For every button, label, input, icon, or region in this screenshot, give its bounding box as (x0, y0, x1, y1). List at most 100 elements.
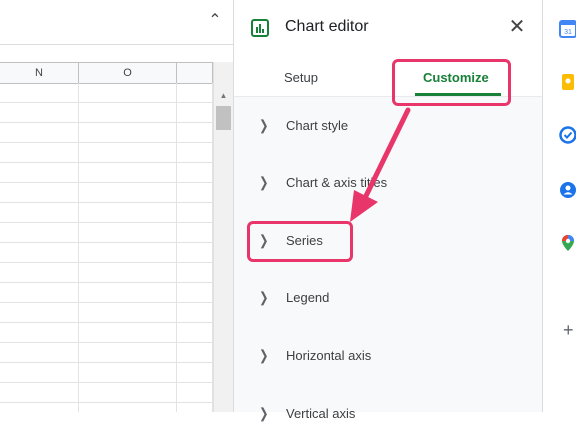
calendar-icon[interactable]: 31 (559, 20, 576, 38)
chevron-right-icon: ❯ (259, 289, 269, 305)
grid-row[interactable] (0, 263, 213, 283)
grid-cell[interactable] (79, 223, 177, 243)
grid-cell[interactable] (0, 263, 79, 283)
tasks-icon[interactable] (559, 126, 576, 144)
sheet-toolbar: ⌃ (0, 0, 233, 45)
grid-cell[interactable] (177, 163, 213, 183)
grid-row[interactable] (0, 343, 213, 363)
grid-cell[interactable] (0, 143, 79, 163)
section-label: Vertical axis (286, 406, 356, 421)
maps-icon[interactable] (559, 234, 576, 252)
grid-row[interactable] (0, 123, 213, 143)
grid-cell[interactable] (177, 123, 213, 143)
grid-cell[interactable] (79, 343, 177, 363)
grid-cell[interactable] (0, 163, 79, 183)
grid-cell[interactable] (177, 143, 213, 163)
grid-row[interactable] (0, 283, 213, 303)
grid-cell[interactable] (79, 163, 177, 183)
contacts-icon[interactable] (559, 181, 576, 199)
section-label: Horizontal axis (286, 348, 372, 363)
grid-cell[interactable] (0, 323, 79, 343)
grid-row[interactable] (0, 243, 213, 263)
grid-row[interactable] (0, 403, 213, 412)
grid-cell[interactable] (177, 243, 213, 263)
chevron-right-icon: ❯ (259, 347, 269, 363)
grid-cell[interactable] (79, 203, 177, 223)
grid-cell[interactable] (177, 303, 213, 323)
grid-cell[interactable] (0, 123, 79, 143)
scroll-up-icon[interactable]: ▲ (214, 90, 233, 102)
grid-cell[interactable] (0, 383, 79, 403)
section-chart-axis-titles[interactable]: ❯ Chart & axis titles (234, 154, 543, 211)
cell-grid[interactable] (0, 83, 213, 412)
grid-cell[interactable] (177, 403, 213, 412)
grid-row[interactable] (0, 223, 213, 243)
grid-cell[interactable] (79, 383, 177, 403)
chevron-right-icon: ❯ (259, 117, 269, 133)
grid-cell[interactable] (177, 183, 213, 203)
grid-row[interactable] (0, 363, 213, 383)
grid-row[interactable] (0, 383, 213, 403)
plus-icon[interactable]: + (563, 320, 574, 341)
grid-cell[interactable] (177, 383, 213, 403)
grid-cell[interactable] (0, 223, 79, 243)
grid-row[interactable] (0, 103, 213, 123)
grid-cell[interactable] (0, 103, 79, 123)
vertical-scrollbar[interactable]: ▲ (213, 62, 233, 412)
grid-cell[interactable] (79, 263, 177, 283)
column-header-n[interactable]: N (0, 63, 79, 83)
chevron-up-icon[interactable]: ⌃ (204, 10, 226, 32)
svg-text:31: 31 (564, 29, 572, 36)
grid-cell[interactable] (79, 403, 177, 412)
grid-cell[interactable] (0, 283, 79, 303)
section-vertical-axis[interactable]: ❯ Vertical axis (234, 385, 543, 442)
grid-cell[interactable] (0, 243, 79, 263)
grid-cell[interactable] (177, 103, 213, 123)
section-label: Legend (286, 290, 330, 305)
grid-row[interactable] (0, 183, 213, 203)
grid-row[interactable] (0, 323, 213, 343)
grid-cell[interactable] (79, 363, 177, 383)
close-icon[interactable]: ✕ (506, 16, 528, 38)
grid-cell[interactable] (79, 83, 177, 103)
section-legend[interactable]: ❯ Legend (234, 269, 543, 326)
grid-cell[interactable] (79, 143, 177, 163)
grid-cell[interactable] (0, 403, 79, 412)
grid-cell[interactable] (0, 363, 79, 383)
grid-cell[interactable] (177, 283, 213, 303)
tab-setup[interactable]: Setup (284, 70, 318, 85)
grid-cell[interactable] (0, 303, 79, 323)
grid-row[interactable] (0, 303, 213, 323)
grid-cell[interactable] (177, 263, 213, 283)
grid-cell[interactable] (177, 323, 213, 343)
chevron-right-icon: ❯ (259, 405, 269, 421)
grid-cell[interactable] (0, 343, 79, 363)
grid-cell[interactable] (79, 243, 177, 263)
scroll-thumb[interactable] (216, 106, 231, 130)
grid-cell[interactable] (0, 183, 79, 203)
grid-cell[interactable] (177, 83, 213, 103)
grid-row[interactable] (0, 143, 213, 163)
grid-cell[interactable] (79, 283, 177, 303)
grid-cell[interactable] (79, 183, 177, 203)
grid-cell[interactable] (177, 363, 213, 383)
spreadsheet-area: ⌃ N O ▲ (0, 0, 233, 412)
grid-cell[interactable] (177, 203, 213, 223)
chart-icon (251, 19, 269, 37)
keep-icon[interactable] (559, 73, 576, 91)
grid-row[interactable] (0, 83, 213, 103)
column-headers: N O (0, 62, 213, 84)
grid-cell[interactable] (79, 323, 177, 343)
grid-cell[interactable] (0, 203, 79, 223)
grid-row[interactable] (0, 203, 213, 223)
column-header-p[interactable] (177, 63, 213, 83)
grid-cell[interactable] (79, 123, 177, 143)
grid-cell[interactable] (0, 83, 79, 103)
grid-cell[interactable] (177, 343, 213, 363)
grid-cell[interactable] (177, 223, 213, 243)
grid-row[interactable] (0, 163, 213, 183)
column-header-o[interactable]: O (79, 63, 177, 83)
grid-cell[interactable] (79, 303, 177, 323)
section-horizontal-axis[interactable]: ❯ Horizontal axis (234, 327, 543, 384)
grid-cell[interactable] (79, 103, 177, 123)
